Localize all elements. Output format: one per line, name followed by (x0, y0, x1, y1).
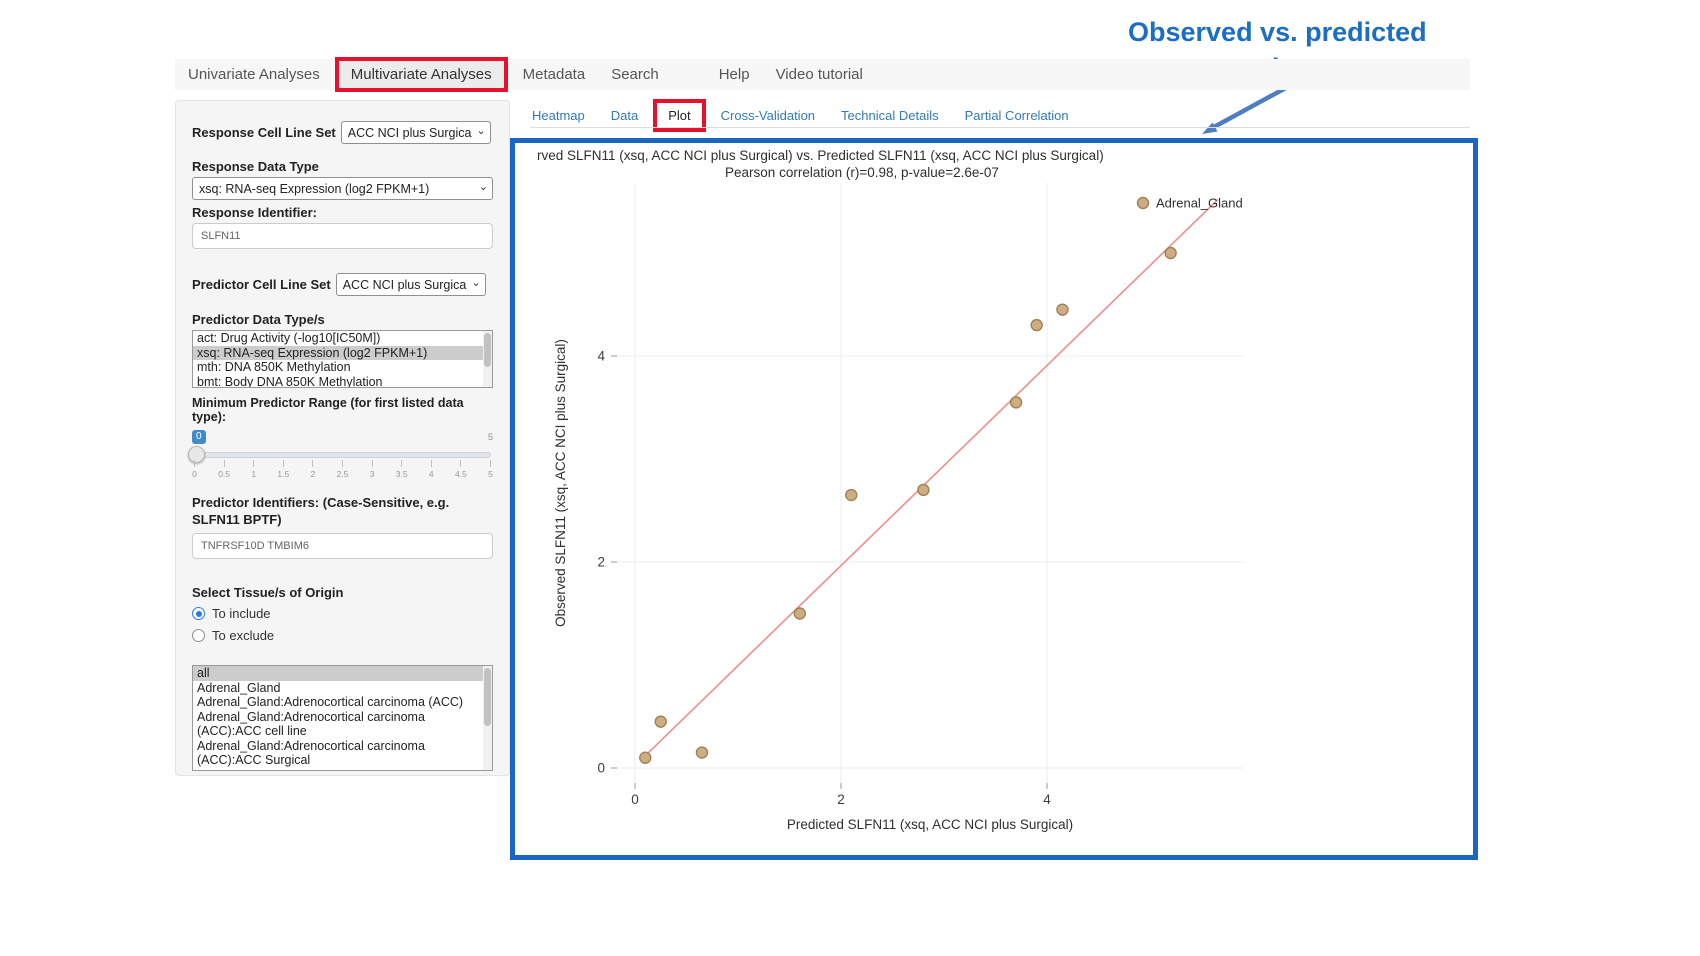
nav-item-multivariate-analyses[interactable]: Multivariate Analyses (335, 57, 508, 92)
tab-data[interactable]: Data (611, 108, 638, 123)
legend-marker-icon[interactable] (1138, 198, 1149, 209)
radio-to-include[interactable]: To include (192, 605, 493, 622)
tab-partial-correlation[interactable]: Partial Correlation (965, 108, 1069, 123)
data-point[interactable] (1011, 397, 1022, 408)
radio-label: To include (212, 606, 271, 621)
slider-max-label: 5 (488, 432, 493, 442)
data-point[interactable] (1165, 248, 1176, 259)
response-data-type-select[interactable]: xsq: RNA-seq Expression (log2 FPKM+1) (192, 177, 493, 200)
predictor-cell-line-set-select[interactable]: ACC NCI plus Surgical (336, 273, 486, 296)
nav-item-search[interactable]: Search (598, 66, 672, 83)
slider-tick-1-5: 1.5 (283, 460, 284, 479)
response-cell-line-set-label: Response Cell Line Set (192, 125, 336, 140)
x-tick-label: 0 (631, 792, 639, 807)
radio-label: To exclude (212, 628, 274, 643)
x-tick-label: 4 (1043, 792, 1051, 807)
tab-cross-validation[interactable]: Cross-Validation (721, 108, 815, 123)
radio-to-exclude[interactable]: To exclude (192, 627, 493, 644)
y-axis-title: Observed SLFN11 (xsq, ACC NCI plus Surgi… (553, 339, 568, 627)
response-identifier-input[interactable] (192, 223, 493, 249)
response-identifier-label: Response Identifier: (192, 205, 493, 220)
regression-line (644, 199, 1218, 756)
slider-tick-5: 5 (490, 460, 491, 479)
predictor-data-types-label: Predictor Data Type/s (192, 312, 493, 327)
y-tick-label: 4 (597, 349, 605, 364)
slider-tick-3-5: 3.5 (401, 460, 402, 479)
slider-tick-0-5: 0.5 (224, 460, 225, 479)
slider-tick-2-5: 2.5 (342, 460, 343, 479)
tissue-origin-listbox: allAdrenal_GlandAdrenal_Gland:Adrenocort… (192, 665, 493, 771)
x-axis-title: Predicted SLFN11 (xsq, ACC NCI plus Surg… (787, 817, 1073, 832)
tissue-origin-label: Select Tissue/s of Origin (192, 585, 493, 600)
response-plot-panel: rved SLFN11 (xsq, ACC NCI plus Surgical)… (510, 138, 1478, 860)
annotation-line1: Observed vs. predicted (1128, 14, 1427, 50)
slider-tick-4-5: 4.5 (460, 460, 461, 479)
list-option-xsq-rna-seq-expression-log2-fpkm-1[interactable]: xsq: RNA-seq Expression (log2 FPKM+1) (193, 346, 492, 361)
response-data-type-label: Response Data Type (192, 159, 493, 174)
slider-tick-4: 4 (431, 460, 432, 479)
slider-tick-3: 3 (372, 460, 373, 479)
slider-tick-1: 1 (253, 460, 254, 479)
nav-item-help[interactable]: Help (706, 66, 763, 83)
nav-item-metadata[interactable]: Metadata (510, 66, 599, 83)
predictor-identifiers-input[interactable] (192, 533, 493, 559)
slider-track[interactable] (194, 452, 491, 458)
response-cell-line-set-select[interactable]: ACC NCI plus Surgical (341, 121, 491, 144)
list-option-all[interactable]: all (193, 666, 492, 681)
list-option-bmt-body-dna-850k-methylation[interactable]: bmt: Body DNA 850K Methylation (193, 375, 492, 389)
radio-button-icon[interactable] (192, 607, 205, 620)
tab-technical-details[interactable]: Technical Details (841, 108, 939, 123)
predictor-identifiers-label: Predictor Identifiers: (Case-Sensitive, … (192, 494, 492, 528)
predictor-data-types-listbox: act: Drug Activity (-log10[IC50M])xsq: R… (192, 330, 493, 388)
data-point[interactable] (918, 484, 929, 495)
slider-tick-0: 0 (194, 460, 195, 479)
y-tick-label: 2 (597, 555, 605, 570)
nav-item-univariate-analyses[interactable]: Univariate Analyses (175, 66, 333, 83)
tabs-divider (530, 127, 1470, 128)
list-option-mth-dna-850k-methylation[interactable]: mth: DNA 850K Methylation (193, 360, 492, 375)
scrollbar[interactable] (483, 666, 492, 770)
data-point[interactable] (1057, 304, 1068, 315)
analysis-sidebar: Response Cell Line Set ACC NCI plus Surg… (175, 100, 510, 776)
radio-button-icon[interactable] (192, 629, 205, 642)
min-predictor-range-label: Minimum Predictor Range (for first liste… (192, 396, 493, 424)
data-point[interactable] (696, 747, 707, 758)
scrollbar-thumb[interactable] (484, 668, 491, 726)
tab-heatmap[interactable]: Heatmap (532, 108, 585, 123)
data-point[interactable] (846, 490, 857, 501)
y-tick-label: 0 (597, 761, 605, 776)
data-point[interactable] (655, 716, 666, 727)
data-point[interactable] (794, 608, 805, 619)
data-point[interactable] (640, 752, 651, 763)
slider-value-bubble: 0 (192, 430, 206, 444)
data-point[interactable] (1031, 320, 1042, 331)
result-tabs: HeatmapDataPlotCross-ValidationTechnical… (532, 103, 1095, 128)
top-navbar: Univariate AnalysesMultivariate Analyses… (175, 59, 1470, 90)
scrollbar-thumb[interactable] (484, 333, 491, 367)
predictor-cell-line-set-label: Predictor Cell Line Set (192, 277, 331, 292)
list-option-adrenal-gland-adrenocortical-carcinoma-a[interactable]: Adrenal_Gland:Adrenocortical carcinoma (… (193, 739, 492, 768)
x-tick-label: 2 (837, 792, 845, 807)
min-predictor-range-slider: 0 5 0 0.5 1 1.5 2 2.5 3 3.5 4 4.5 5 (192, 430, 493, 482)
list-option-act-drug-activity-log10-ic50m[interactable]: act: Drug Activity (-log10[IC50M]) (193, 331, 492, 346)
scatter-chart[interactable]: 0 2 4 0 2 4 Predicted SLFN11 (xsq, ACC NCI plu… (515, 143, 1471, 853)
legend-label[interactable]: Adrenal_Gland (1156, 196, 1243, 211)
nav-item-video-tutorial[interactable]: Video tutorial (763, 66, 876, 83)
list-option-adrenal-gland-adrenocortical-carcinoma-a[interactable]: Adrenal_Gland:Adrenocortical carcinoma (… (193, 710, 492, 739)
list-option-adrenal-gland[interactable]: Adrenal_Gland (193, 681, 492, 696)
list-option-adrenal-gland-adrenocortical-carcinoma-a[interactable]: Adrenal_Gland:Adrenocortical carcinoma (… (193, 695, 492, 710)
slider-tick-2: 2 (312, 460, 313, 479)
scrollbar[interactable] (483, 331, 492, 387)
